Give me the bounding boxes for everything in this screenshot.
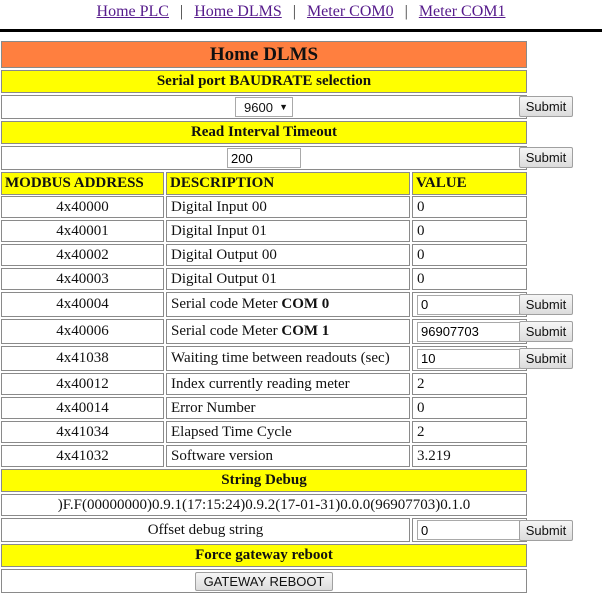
value-input[interactable] [417, 348, 520, 369]
description-cell: Digital Output 01 [166, 268, 410, 290]
nav-meter-com1[interactable]: Meter COM1 [419, 3, 506, 20]
description-text: Serial code Meter [171, 296, 282, 312]
address-cell: 4x40006 [1, 319, 164, 344]
description-text: Error Number [171, 399, 256, 416]
description-text: Digital Input 00 [171, 198, 267, 215]
timeout-input[interactable] [227, 148, 301, 168]
value-cell [412, 346, 527, 371]
description-text: Software version [171, 447, 274, 464]
value-cell: 0 [412, 397, 527, 419]
description-cell: Serial code Meter COM 0 [166, 292, 410, 317]
description-cell: Serial code Meter COM 1 [166, 319, 410, 344]
description-text: Digital Output 00 [171, 246, 277, 263]
address-cell: 4x40001 [1, 220, 164, 242]
reboot-header: Force gateway reboot [1, 544, 527, 567]
description-cell: Digital Input 01 [166, 220, 410, 242]
debug-header: String Debug [1, 469, 527, 492]
header-description: DESCRIPTION [166, 172, 410, 195]
address-cell: 4x41038 [1, 346, 164, 371]
value-input[interactable] [417, 321, 520, 342]
description-bold: COM 1 [281, 323, 330, 339]
offset-label: Offset debug string [1, 518, 410, 542]
value-cell [412, 292, 527, 317]
gateway-reboot-button[interactable]: GATEWAY REBOOT [194, 571, 334, 591]
nav-meter-com0[interactable]: Meter COM0 [307, 3, 394, 20]
description-cell: Elapsed Time Cycle [166, 421, 410, 443]
timeout-cell [1, 146, 527, 170]
value-cell: 2 [412, 373, 527, 395]
row-submit-button[interactable]: Submit [518, 348, 574, 369]
baud-cell: 9600 ▼ [1, 95, 527, 119]
divider [0, 29, 602, 32]
nav-home-plc[interactable]: Home PLC [97, 3, 169, 20]
description-text: Serial code Meter [171, 323, 282, 339]
description-cell: Digital Input 00 [166, 196, 410, 218]
row-submit-button[interactable]: Submit [518, 321, 574, 342]
debug-string: )F.F(00000000)0.9.1(17:15:24)0.9.2(17-01… [1, 494, 527, 516]
nav-separator: | [179, 3, 184, 20]
value-cell [412, 319, 527, 344]
description-cell: Index currently reading meter [166, 373, 410, 395]
timeout-submit-button[interactable]: Submit [518, 146, 574, 168]
baud-header: Serial port BAUDRATE selection [1, 70, 527, 93]
baud-select[interactable]: 9600 ▼ [235, 97, 293, 117]
value-cell: 0 [412, 196, 527, 218]
value-cell: 3.219 [412, 445, 527, 467]
value-input[interactable] [417, 294, 520, 315]
description-text: Index currently reading meter [171, 375, 350, 392]
baud-submit-button[interactable]: Submit [518, 95, 574, 117]
top-nav: Home PLC | Home DLMS | Meter COM0 | Meter COM1 [0, 3, 602, 21]
description-text: Digital Input 01 [171, 222, 267, 239]
timeout-header: Read Interval Timeout [1, 121, 527, 144]
header-address: MODBUS ADDRESS [1, 172, 164, 195]
address-cell: 4x40000 [1, 196, 164, 218]
address-cell: 4x40003 [1, 268, 164, 290]
address-cell: 4x41032 [1, 445, 164, 467]
offset-input[interactable] [417, 520, 520, 540]
value-cell: 0 [412, 268, 527, 290]
description-bold: COM 0 [281, 296, 330, 312]
description-cell: Waiting time between readouts (sec) [166, 346, 410, 371]
description-cell: Error Number [166, 397, 410, 419]
description-text: Waiting time between readouts (sec) [171, 350, 390, 366]
nav-home-dlms[interactable]: Home DLMS [194, 3, 282, 20]
description-text: Digital Output 01 [171, 270, 277, 287]
chevron-down-icon: ▼ [279, 102, 288, 112]
row-submit-button[interactable]: Submit [518, 294, 574, 315]
value-cell: 2 [412, 421, 527, 443]
address-cell: 4x40002 [1, 244, 164, 266]
description-cell: Digital Output 00 [166, 244, 410, 266]
address-cell: 4x40012 [1, 373, 164, 395]
offset-cell [412, 518, 527, 542]
description-cell: Software version [166, 445, 410, 467]
header-value: VALUE [412, 172, 527, 195]
baud-selected: 9600 [244, 99, 273, 115]
page-title: Home DLMS [1, 41, 527, 68]
address-cell: 4x41034 [1, 421, 164, 443]
value-cell: 0 [412, 244, 527, 266]
nav-separator: | [292, 3, 296, 20]
description-text: Elapsed Time Cycle [171, 423, 292, 440]
value-cell: 0 [412, 220, 527, 242]
nav-separator: | [404, 3, 408, 20]
reboot-cell: GATEWAY REBOOT [1, 569, 527, 593]
address-cell: 4x40014 [1, 397, 164, 419]
offset-submit-button[interactable]: Submit [518, 519, 574, 541]
address-cell: 4x40004 [1, 292, 164, 317]
